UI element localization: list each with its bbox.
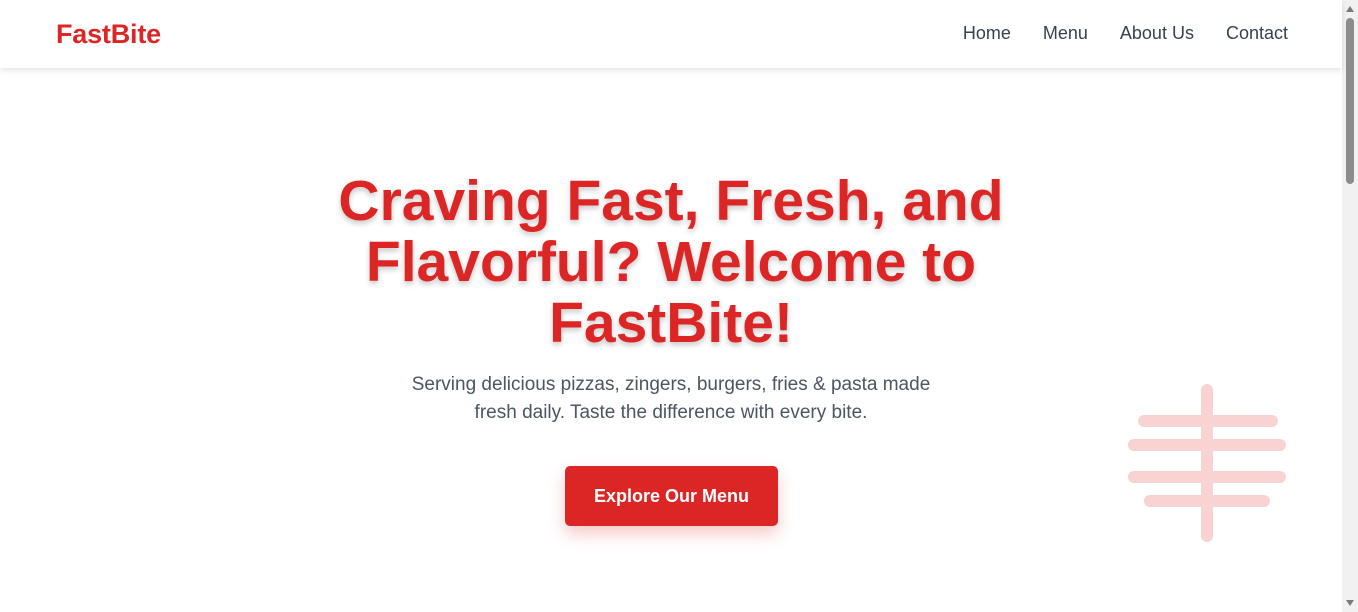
page: FastBite Home Menu About Us Contact Crav… bbox=[0, 0, 1358, 612]
fries-icon bbox=[1128, 384, 1286, 542]
nav-menu[interactable]: Menu bbox=[1043, 23, 1088, 44]
scroll-down-arrow-icon[interactable] bbox=[1346, 600, 1354, 606]
logo[interactable]: FastBite bbox=[56, 19, 161, 50]
site-header: FastBite Home Menu About Us Contact bbox=[0, 0, 1342, 68]
nav-home[interactable]: Home bbox=[963, 23, 1011, 44]
page-scrollbar[interactable] bbox=[1342, 0, 1358, 612]
nav-about-us[interactable]: About Us bbox=[1120, 23, 1194, 44]
main-nav: Home Menu About Us Contact bbox=[963, 23, 1288, 44]
hero-title: Craving Fast, Fresh, and Flavorful? Welc… bbox=[338, 169, 1004, 355]
nav-contact[interactable]: Contact bbox=[1226, 23, 1288, 44]
scrollbar-thumb[interactable] bbox=[1346, 18, 1354, 184]
hero-subtitle: Serving delicious pizzas, zingers, burge… bbox=[411, 374, 931, 423]
scroll-up-arrow-icon[interactable] bbox=[1346, 6, 1354, 12]
hero-section: Craving Fast, Fresh, and Flavorful? Welc… bbox=[0, 68, 1342, 612]
explore-menu-button[interactable]: Explore Our Menu bbox=[565, 466, 778, 526]
